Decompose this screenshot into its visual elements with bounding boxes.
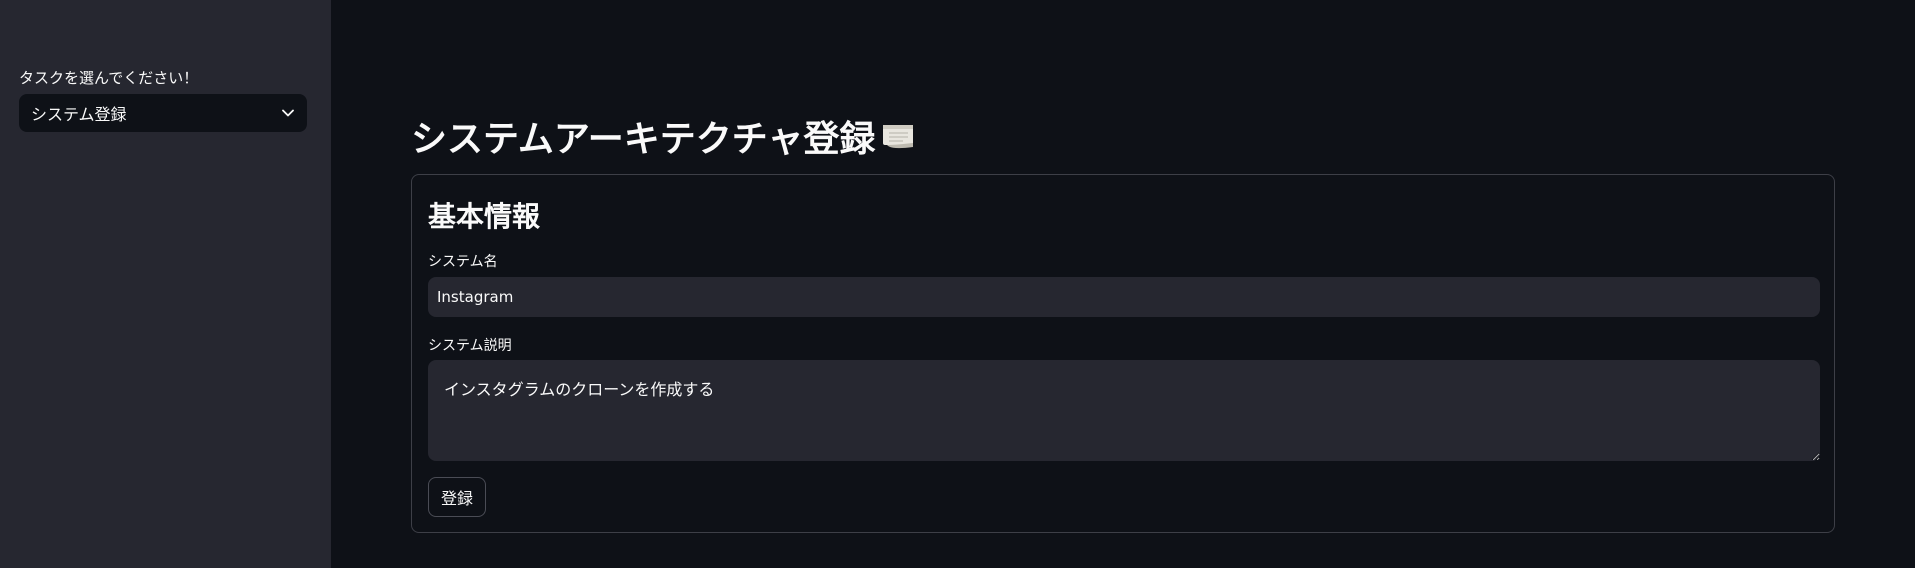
page-title-text: システムアーキテクチャ登録: [411, 119, 876, 160]
scroll-icon: [881, 118, 917, 154]
system-description-textarea[interactable]: インスタグラムのクローンを作成する: [428, 360, 1820, 461]
chevron-down-icon: [281, 106, 295, 120]
section-title: 基本情報: [428, 200, 541, 233]
task-select-label: タスクを選んでください！: [19, 69, 199, 87]
task-select-value: システム登録: [31, 105, 127, 124]
system-description-label: システム説明: [428, 338, 512, 354]
register-button[interactable]: 登録: [428, 477, 487, 517]
system-name-input[interactable]: [428, 277, 1820, 317]
page-title: システムアーキテクチャ登録: [411, 110, 917, 162]
sidebar: タスクを選んでください！ システム登録: [0, 0, 331, 568]
app-window: タスクを選んでください！ システム登録 システムアーキテクチャ登録 基本情報 シ…: [0, 0, 1915, 568]
basic-info-form: 基本情報 システム名 システム説明 インスタグラムのクローンを作成する 登録: [411, 174, 1835, 533]
task-select[interactable]: システム登録: [19, 94, 307, 132]
system-name-label: システム名: [428, 254, 498, 270]
